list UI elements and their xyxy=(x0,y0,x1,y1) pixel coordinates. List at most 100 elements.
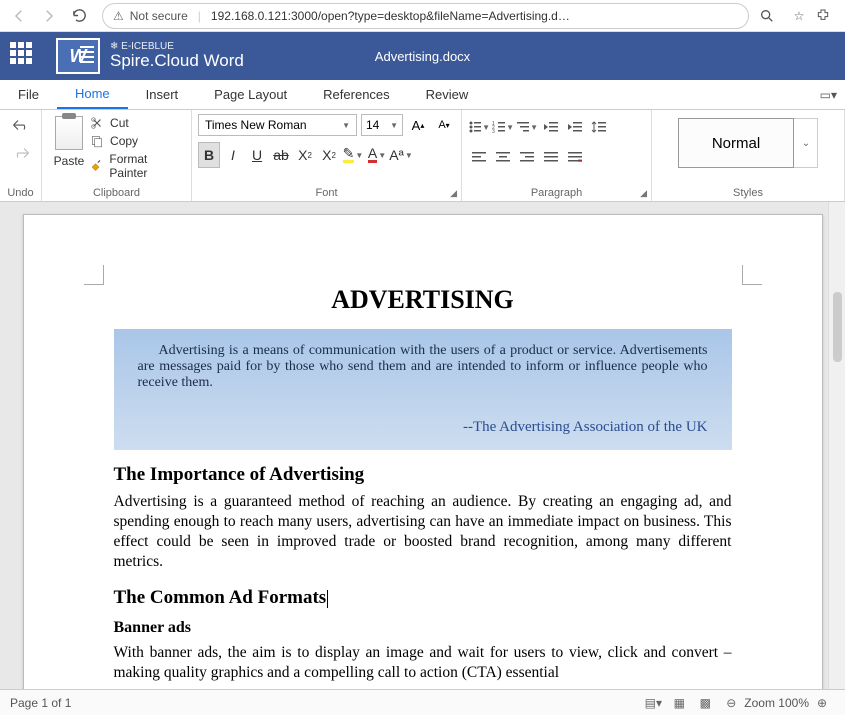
bookmark-icon[interactable]: ☆ xyxy=(787,9,811,23)
word-logo-icon: W xyxy=(56,38,100,74)
copy-button[interactable]: Copy xyxy=(90,134,185,148)
apps-grid-icon[interactable] xyxy=(10,42,38,70)
bullets-button[interactable]: ▼ xyxy=(468,114,490,140)
font-name-value: Times New Roman xyxy=(205,118,307,132)
doc-title: ADVERTISING xyxy=(114,285,732,315)
browser-toolbar: ⚠ Not secure | 192.168.0.121:3000/open?t… xyxy=(0,0,845,32)
change-case-button[interactable]: Aª▼ xyxy=(390,142,412,168)
menu-insert[interactable]: Insert xyxy=(128,80,197,109)
decrease-indent-button[interactable] xyxy=(540,114,562,140)
font-color-button[interactable]: A▼ xyxy=(366,142,388,168)
multilevel-list-button[interactable]: ▼ xyxy=(516,114,538,140)
subscript-button[interactable]: X2 xyxy=(318,142,340,168)
status-bar: Page 1 of 1 ▤▾ ▦ ▩ ⊖ Zoom 100% ⊕ xyxy=(0,689,845,715)
grow-font-button[interactable]: A▴ xyxy=(407,114,429,136)
extensions-icon[interactable] xyxy=(815,8,839,24)
zoom-in-button[interactable]: ⊕ xyxy=(809,696,835,710)
margin-corner-icon xyxy=(742,265,762,285)
underline-button[interactable]: U xyxy=(246,142,268,168)
group-paragraph: ▼ 123▼ ▼ × Paragraph ◢ xyxy=(462,110,652,201)
back-button[interactable] xyxy=(6,3,32,29)
warning-icon: ⚠ xyxy=(113,9,124,23)
group-clipboard: Paste Cut Copy Format Painter Clipboard xyxy=(42,110,192,201)
menu-page-layout[interactable]: Page Layout xyxy=(196,80,305,109)
brand-text: ❄ E-ICEBLUE Spire.Cloud Word xyxy=(110,41,244,71)
text-cursor xyxy=(327,590,328,608)
styles-dropdown-icon[interactable]: ⌄ xyxy=(794,118,818,168)
group-font: Times New Roman▼ 14▼ A▴ A▾ B I U ab X2 X… xyxy=(192,110,462,201)
not-secure-label: Not secure xyxy=(130,9,188,23)
show-marks-button[interactable]: × xyxy=(564,144,586,170)
document-page[interactable]: ADVERTISING Advertising is a means of co… xyxy=(23,214,823,689)
group-styles: Normal ⌄ Styles xyxy=(652,110,845,201)
margin-corner-icon xyxy=(84,265,104,285)
menu-file[interactable]: File xyxy=(0,80,57,109)
paragraph-launcher-icon[interactable]: ◢ xyxy=(640,188,647,199)
justify-button[interactable] xyxy=(540,144,562,170)
address-bar[interactable]: ⚠ Not secure | 192.168.0.121:3000/open?t… xyxy=(102,3,749,29)
menu-review[interactable]: Review xyxy=(408,80,487,109)
superscript-button[interactable]: X2 xyxy=(294,142,316,168)
quote-box: Advertising is a means of communication … xyxy=(114,329,732,450)
brand-title: Spire.Cloud Word xyxy=(110,52,244,71)
svg-text:3: 3 xyxy=(492,129,495,134)
increase-indent-button[interactable] xyxy=(564,114,586,140)
heading-formats: The Common Ad Formats xyxy=(114,587,732,609)
scrollbar-thumb[interactable] xyxy=(833,292,842,362)
zoom-out-button[interactable]: ⊖ xyxy=(718,696,744,710)
reload-button[interactable] xyxy=(66,3,92,29)
search-in-page-icon[interactable] xyxy=(759,8,783,24)
zoom-level: Zoom 100% xyxy=(744,696,809,710)
separator: | xyxy=(198,9,201,23)
redo-button[interactable] xyxy=(12,146,30,160)
view-mode-3-icon[interactable]: ▩ xyxy=(692,696,718,710)
view-mode-2-icon[interactable]: ▦ xyxy=(666,696,692,710)
strikethrough-button[interactable]: ab xyxy=(270,142,292,168)
font-launcher-icon[interactable]: ◢ xyxy=(450,188,457,199)
group-label-undo: Undo xyxy=(7,187,33,201)
align-center-button[interactable] xyxy=(492,144,514,170)
bold-button[interactable]: B xyxy=(198,142,220,168)
brand-subtitle: ❄ E-ICEBLUE xyxy=(110,41,244,52)
menu-references[interactable]: References xyxy=(305,80,407,109)
group-label-styles: Styles xyxy=(733,187,763,201)
style-normal[interactable]: Normal xyxy=(678,118,794,168)
line-spacing-button[interactable] xyxy=(588,114,610,140)
document-canvas[interactable]: ADVERTISING Advertising is a means of co… xyxy=(0,202,845,689)
view-mode-1-icon[interactable]: ▤▾ xyxy=(640,696,666,710)
menu-home[interactable]: Home xyxy=(57,80,128,109)
paragraph-1: Advertising is a guaranteed method of re… xyxy=(114,492,732,573)
page-info: Page 1 of 1 xyxy=(10,696,71,710)
format-painter-button[interactable]: Format Painter xyxy=(90,152,185,180)
format-painter-label: Format Painter xyxy=(109,152,185,180)
cut-button[interactable]: Cut xyxy=(90,116,185,130)
cut-label: Cut xyxy=(110,116,129,130)
group-label-paragraph: Paragraph xyxy=(468,187,645,201)
style-normal-label: Normal xyxy=(712,135,760,152)
align-left-button[interactable] xyxy=(468,144,490,170)
font-size-value: 14 xyxy=(366,118,379,132)
group-undo: Undo xyxy=(0,110,42,201)
group-label-clipboard: Clipboard xyxy=(48,187,185,201)
quote-attribution: --The Advertising Association of the UK xyxy=(138,419,708,436)
heading-banner: Banner ads xyxy=(114,619,732,637)
paragraph-2: With banner ads, the aim is to display a… xyxy=(114,643,732,683)
menu-bar: File Home Insert Page Layout References … xyxy=(0,80,845,110)
ribbon: Undo Paste Cut Copy Format Painter xyxy=(0,110,845,202)
paste-label: Paste xyxy=(48,154,90,168)
align-right-button[interactable] xyxy=(516,144,538,170)
collapse-ribbon-icon[interactable]: ▭▾ xyxy=(820,88,837,102)
svg-text:×: × xyxy=(578,158,582,163)
shrink-font-button[interactable]: A▾ xyxy=(433,114,455,136)
group-label-font: Font xyxy=(198,187,455,201)
highlight-button[interactable]: ✎▼ xyxy=(342,142,364,168)
app-header: W ❄ E-ICEBLUE Spire.Cloud Word Advertisi… xyxy=(0,32,845,80)
undo-button[interactable] xyxy=(12,118,30,132)
forward-button[interactable] xyxy=(36,3,62,29)
paste-button[interactable]: Paste xyxy=(48,114,90,187)
font-name-select[interactable]: Times New Roman▼ xyxy=(198,114,357,136)
font-size-select[interactable]: 14▼ xyxy=(361,114,403,136)
numbering-button[interactable]: 123▼ xyxy=(492,114,514,140)
url-text: 192.168.0.121:3000/open?type=desktop&fil… xyxy=(211,9,570,23)
italic-button[interactable]: I xyxy=(222,142,244,168)
